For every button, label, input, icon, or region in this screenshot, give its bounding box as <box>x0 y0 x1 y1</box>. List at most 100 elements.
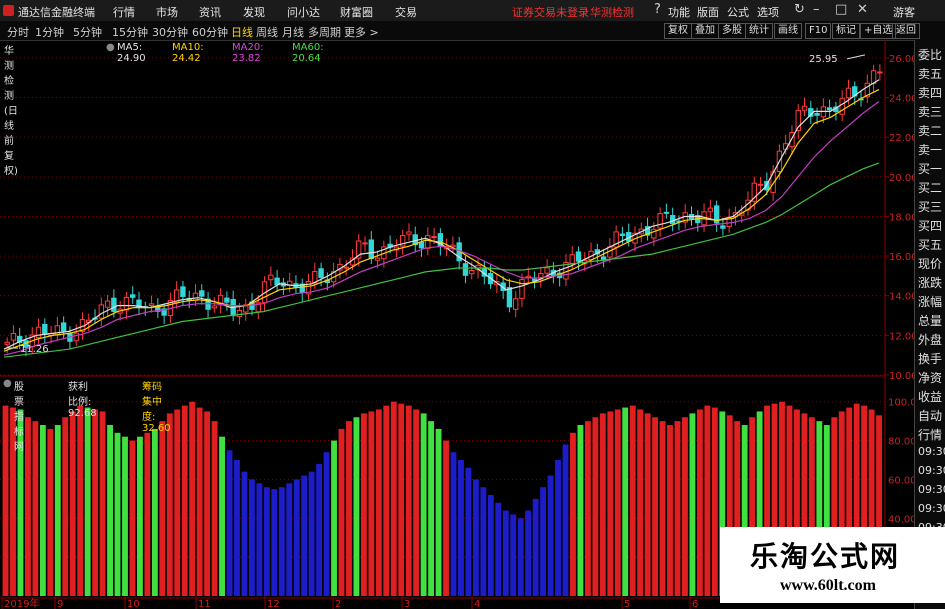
candle-body <box>600 256 607 260</box>
candle-body <box>669 215 676 225</box>
candle-body <box>318 268 324 278</box>
indicator-bar <box>405 405 412 596</box>
side-panel-label: 换手 <box>918 352 943 366</box>
indicator-bar <box>136 436 143 596</box>
candle-body <box>368 239 374 260</box>
indicator-bar <box>219 436 225 596</box>
indicator-bar <box>510 514 517 596</box>
indicator-bar <box>390 401 397 596</box>
candle-body <box>104 300 111 308</box>
indicator-bar <box>62 417 69 596</box>
side-panel-label: 卖二 <box>918 124 943 138</box>
candle-body <box>199 290 205 297</box>
side-panel-label: 卖三 <box>918 105 943 119</box>
indicator-bar <box>375 409 382 596</box>
indicator-bar <box>159 421 166 596</box>
side-panel-label: 现价 <box>918 257 943 271</box>
indicator-bar <box>570 432 576 596</box>
indicator-bar <box>338 428 345 596</box>
indicator-tick-label: 80.00 <box>888 437 917 448</box>
indicator-bar <box>368 411 375 596</box>
candlesticks <box>4 64 883 357</box>
indicator-bar <box>652 417 659 596</box>
candle-body <box>575 251 582 262</box>
candle-body <box>418 241 425 249</box>
indicator-bar <box>689 413 696 596</box>
indicator-bar <box>682 417 688 596</box>
side-panel-label: 行情 <box>918 428 943 442</box>
indicator-bar <box>69 411 76 596</box>
watermark-url: www.60lt.com <box>780 577 876 594</box>
indicator-bar <box>458 460 464 596</box>
indicator-bar <box>704 405 711 596</box>
indicator-bar <box>323 452 330 596</box>
indicator-bar <box>517 518 524 596</box>
time-tick-label: 6 <box>692 599 698 609</box>
time-tick-label: 12 <box>267 599 280 609</box>
indicator-bar <box>114 432 121 596</box>
side-panel-label: 卖五 <box>918 67 943 81</box>
candle-body <box>877 71 883 74</box>
indicator-tick-label: 40.00 <box>888 514 917 525</box>
indicator-bar <box>450 452 457 596</box>
indicator-bar <box>420 413 427 596</box>
indicator-bar <box>622 407 629 596</box>
candle-body <box>845 87 852 99</box>
candle-body <box>544 267 550 274</box>
indicator-bar <box>286 483 293 596</box>
indicator-bar <box>211 421 218 596</box>
candle-body <box>148 303 155 307</box>
time-tick-label: 2019年 <box>4 597 39 609</box>
candle-body <box>343 266 349 269</box>
candle-body <box>374 257 381 261</box>
indicator-bar <box>614 409 621 596</box>
indicator-bar <box>189 401 196 596</box>
indicator-settings-icon[interactable]: ● <box>3 378 12 389</box>
settings-dot-icon[interactable]: ● <box>106 42 115 53</box>
time-tick-label: 3 <box>404 599 410 609</box>
side-panel-label: 买三 <box>918 200 943 214</box>
candle-body <box>657 213 663 229</box>
indicator-bar <box>316 463 323 596</box>
indicator-bar <box>577 425 584 596</box>
side-panel-label: 涨幅 <box>918 295 943 309</box>
time-tick-label: 11 <box>198 599 211 609</box>
indicator-bar <box>435 428 442 596</box>
side-panel-label: 卖四 <box>918 86 943 100</box>
indicator-bar <box>84 407 91 596</box>
side-panel-label: 净资 <box>918 371 943 385</box>
indicator-bar <box>278 487 285 596</box>
side-panel-label: 自动 <box>918 409 943 423</box>
stock-chart[interactable]: 26.0024.0022.0020.0018.0016.0014.0012.00… <box>0 0 945 609</box>
indicator-bar <box>151 428 158 596</box>
indicator-bar <box>226 450 233 596</box>
indicator-bar <box>667 425 673 596</box>
side-panel-label: 买五 <box>918 238 943 252</box>
side-panel-label: 09:30 <box>918 502 945 515</box>
candle-body <box>60 322 67 332</box>
watermark: 乐淘公式网 www.60lt.com <box>720 527 945 603</box>
indicator-bar <box>659 421 666 596</box>
candle-body <box>462 263 469 276</box>
indicator-bar <box>99 411 106 596</box>
indicator-bar <box>644 413 651 596</box>
indicator-bar <box>241 471 248 596</box>
indicator-title: 股票指标网 <box>14 382 24 453</box>
candle-body <box>814 112 820 116</box>
indicator-bar <box>196 407 203 596</box>
indicator-bar <box>696 409 703 596</box>
indicator-bar <box>540 487 547 596</box>
annotations: 25.95 11.26 <box>8 54 866 355</box>
moving-average-lines <box>3 79 880 358</box>
indicator-bar <box>174 409 181 596</box>
watermark-title: 乐淘公式网 <box>750 540 901 573</box>
quote-side-panel: 委比 卖五 卖四 卖三 卖二 卖一 买一 买二 买三 买四 买五 现价 涨跌 涨幅 总量 外盘 换手 净资 收益 自动… <box>914 40 945 609</box>
low-price-label: 11.26 <box>20 344 49 355</box>
candle-body <box>35 326 42 339</box>
indicator-tick-label: 60.00 <box>888 475 917 486</box>
indicator-bar <box>502 510 509 596</box>
indicator-bar <box>92 409 99 596</box>
indicator-bar <box>599 413 606 596</box>
indicator-bar <box>32 421 39 596</box>
candle-body <box>123 296 130 311</box>
